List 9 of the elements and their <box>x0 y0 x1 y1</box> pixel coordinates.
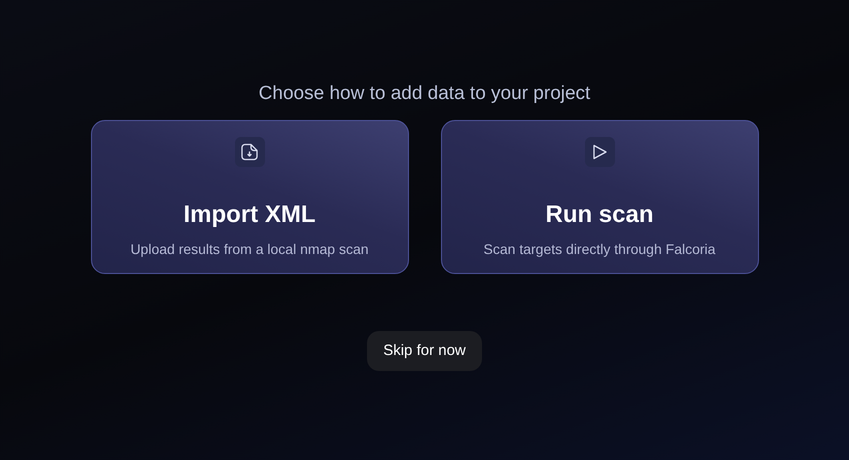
option-card[interactable]: Run scan Scan targets directly through Falcoria <box>440 120 758 274</box>
option-title: Run scan <box>545 200 654 230</box>
page-heading: Choose how to add data to your project <box>258 82 590 106</box>
option-description: Scan targets directly through Falcoria <box>484 240 716 258</box>
file-download-icon <box>240 142 260 162</box>
option-card[interactable]: Import XML Upload results from a local nmap scan <box>90 120 408 274</box>
skip-button[interactable]: Skip for now <box>367 331 482 371</box>
option-title: Import XML <box>184 200 316 230</box>
option-description: Upload results from a local nmap scan <box>130 240 369 258</box>
